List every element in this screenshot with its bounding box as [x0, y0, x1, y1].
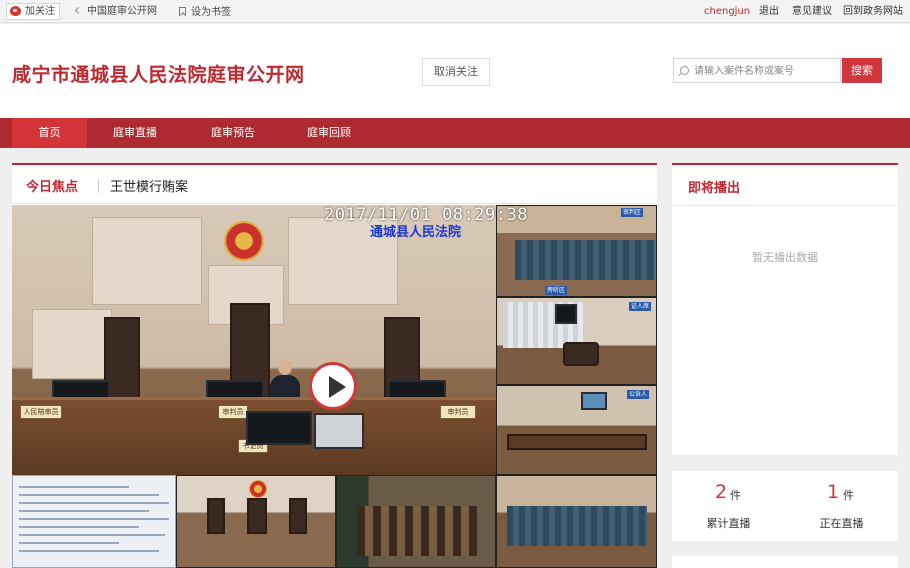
nav-item-home[interactable]: 首页 — [12, 118, 87, 148]
play-button-icon[interactable] — [309, 362, 357, 410]
wall-panel — [92, 217, 202, 305]
nav-item-preview[interactable]: 庭审预告 — [198, 118, 268, 148]
unfollow-button[interactable]: 取消关注 — [422, 58, 490, 86]
clerk-monitor — [246, 411, 312, 445]
top-bar: 加关注 中国庭审公开网 设为书签 chengjun 退出 意见建议 回到政务网站 — [0, 0, 910, 23]
next-card — [672, 556, 898, 568]
username-link[interactable]: chengjun — [704, 6, 750, 18]
video-player[interactable]: 人民陪审员 审判员 审判员 书记员 审判区 旁听区 证人席 公诉人 2017/1… — [12, 205, 657, 568]
focus-header: 今日焦点 王世模行贿案 — [12, 163, 657, 204]
thumb-label: 审判区 — [621, 208, 644, 217]
bookmark-link[interactable]: 设为书签 — [179, 6, 231, 19]
upcoming-header: 即将播出 — [672, 165, 898, 206]
printer — [314, 413, 364, 449]
screen — [581, 392, 607, 410]
bookmark-label: 设为书签 — [191, 7, 231, 18]
camera-thumb-audience — [496, 475, 657, 568]
plaque-left: 人民陪审员 — [20, 405, 62, 419]
crumb-label: 中国庭审公开网 — [87, 6, 157, 17]
search-input[interactable] — [694, 63, 838, 79]
divider — [98, 179, 99, 193]
logout-link[interactable]: 退出 — [759, 6, 779, 18]
upcoming-title: 即将播出 — [688, 181, 741, 196]
stat-label: 正在直播 — [819, 517, 864, 530]
thumb-label: 旁听区 — [545, 286, 568, 295]
follow-button[interactable]: 加关注 — [6, 3, 60, 20]
upcoming-empty-text: 暂无播出数据 — [752, 251, 818, 264]
screen — [555, 304, 577, 324]
today-focus-panel: 今日焦点 王世模行贿案 人民陪审员 审判员 审判员 书记员 审判区 旁听区 证人… — [12, 163, 657, 568]
upcoming-panel: 即将播出 暂无播出数据 — [672, 163, 898, 455]
main-nav: 首页 庭审直播 庭审预告 庭审回顾 — [0, 118, 910, 148]
main-camera-view: 人民陪审员 审判员 审判员 书记员 — [12, 205, 496, 475]
camera-thumb-gallery-close — [336, 475, 496, 568]
bookmark-icon — [179, 7, 186, 16]
camera-thumb-prosecution: 公诉人 — [496, 385, 657, 475]
stat-value: 1 — [827, 481, 840, 503]
wall-panel — [32, 309, 112, 379]
plaque-right: 审判员 — [440, 405, 476, 419]
dock — [563, 342, 599, 366]
gov-site-link[interactable]: 回到政务网站 — [843, 6, 903, 18]
thumb-label: 公诉人 — [627, 390, 650, 399]
seats — [515, 240, 655, 280]
focus-tag: 今日焦点 — [26, 180, 79, 195]
thumb-label: 证人席 — [629, 302, 652, 311]
plaque-mid: 审判员 — [218, 405, 248, 419]
search-box — [673, 58, 841, 83]
camera-thumb-court-wide — [176, 475, 336, 568]
stat-live-now: 1 件 正在直播 — [785, 471, 898, 541]
feedback-link[interactable]: 意见建议 — [792, 6, 832, 18]
search-button[interactable]: 搜索 — [842, 58, 882, 83]
stat-value: 2 — [715, 481, 728, 503]
stat-label: 累计直播 — [706, 517, 751, 530]
site-title[interactable]: 咸宁市通城县人民法院庭审公开网 — [12, 60, 305, 87]
document-thumb — [12, 475, 176, 568]
case-title-link[interactable]: 王世模行贿案 — [110, 176, 188, 195]
stat-unit: 件 — [730, 489, 741, 502]
national-emblem-icon — [224, 221, 264, 261]
site-header: 咸宁市通城县人民法院庭审公开网 取消关注 搜索 — [0, 24, 910, 118]
chevron-left-icon — [74, 6, 83, 15]
follow-label: 加关注 — [25, 6, 55, 17]
nav-item-review[interactable]: 庭审回顾 — [294, 118, 364, 148]
site-crumb-link[interactable]: 中国庭审公开网 — [74, 6, 157, 18]
stat-total-live: 2 件 累计直播 — [672, 471, 785, 541]
camera-thumb-defendant: 证人席 — [496, 297, 657, 385]
stats-panel: 2 件 累计直播 1 件 正在直播 — [672, 471, 898, 541]
stat-unit: 件 — [843, 489, 854, 502]
search-icon — [680, 66, 689, 75]
weibo-icon — [10, 6, 21, 16]
emblem-icon — [249, 480, 267, 498]
desk — [507, 434, 647, 450]
nav-item-live[interactable]: 庭审直播 — [100, 118, 170, 148]
video-osd-court-name: 通城县人民法院 — [370, 225, 462, 240]
